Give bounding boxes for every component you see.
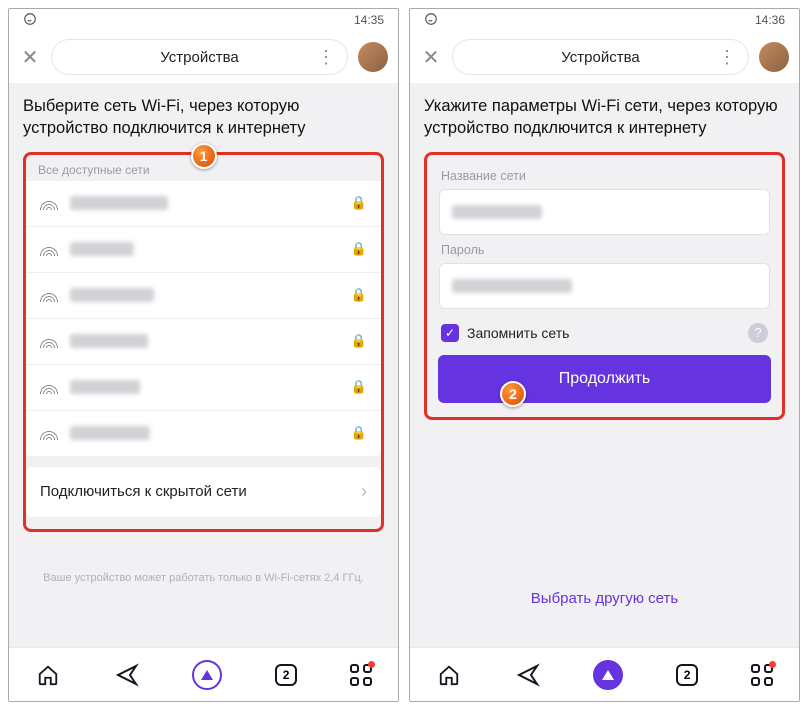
heading: Укажите параметры Wi-Fi сети, через кото… [424, 95, 785, 140]
page-title: Устройства [160, 49, 238, 66]
lock-icon: 🔒 [351, 333, 367, 349]
wifi-ssid-blurred [70, 288, 154, 302]
pwd-label: Пароль [441, 243, 768, 257]
nav-home-icon[interactable] [436, 662, 462, 688]
whatsapp-icon [424, 12, 438, 29]
bottom-nav: 2 [9, 647, 398, 701]
wifi-icon [40, 242, 58, 256]
content: Выберите сеть Wi-Fi, через которую устро… [9, 83, 398, 647]
nav-send-icon[interactable] [515, 662, 541, 688]
close-icon[interactable]: ✕ [420, 45, 442, 70]
wifi-icon [40, 426, 58, 440]
checkbox-checked-icon[interactable]: ✓ [441, 324, 459, 342]
hidden-network-row[interactable]: Подключиться к скрытой сети › [26, 467, 381, 517]
statusbar: 14:36 [410, 9, 799, 31]
nav-tabs-icon[interactable]: 2 [275, 664, 297, 686]
wifi-row[interactable]: 🔒 [26, 273, 381, 319]
nav-tabs-icon[interactable]: 2 [676, 664, 698, 686]
step-badge-1: 1 [191, 143, 217, 169]
nav-home-icon[interactable] [35, 662, 61, 688]
heading: Выберите сеть Wi-Fi, через которую устро… [23, 95, 384, 140]
whatsapp-icon [23, 12, 37, 29]
ssid-value-blurred [452, 205, 542, 219]
wifi-icon [40, 196, 58, 210]
choose-other-network-link[interactable]: Выбрать другую сеть [424, 590, 785, 607]
continue-button[interactable]: Продолжить 2 [438, 355, 771, 403]
avatar[interactable] [358, 42, 388, 72]
chevron-right-icon: › [361, 481, 367, 502]
wifi-row[interactable]: 🔒 [26, 181, 381, 227]
footnote: Ваше устройство может работать только в … [23, 532, 384, 584]
ssid-label: Название сети [441, 169, 768, 183]
ssid-input[interactable] [439, 189, 770, 235]
status-time: 14:35 [354, 13, 384, 27]
nav-alice-icon[interactable] [593, 660, 623, 690]
close-icon[interactable]: ✕ [19, 45, 41, 70]
phone-right: 14:36 ✕ Устройства ⋮ Укажите параметры W… [409, 8, 800, 702]
statusbar: 14:35 [9, 9, 398, 31]
title-pill[interactable]: Устройства ⋮ [51, 39, 348, 75]
wifi-row[interactable]: 🔒 [26, 411, 381, 457]
avatar[interactable] [759, 42, 789, 72]
wifi-icon [40, 334, 58, 348]
page-title: Устройства [561, 49, 639, 66]
title-pill[interactable]: Устройства ⋮ [452, 39, 749, 75]
wifi-ssid-blurred [70, 242, 134, 256]
wifi-ssid-blurred [70, 196, 168, 210]
hidden-network-label: Подключиться к скрытой сети [40, 483, 247, 500]
lock-icon: 🔒 [351, 287, 367, 303]
wifi-list: 🔒 🔒 🔒 🔒 🔒 🔒 [26, 181, 381, 457]
nav-apps-icon[interactable] [350, 664, 372, 686]
header: ✕ Устройства ⋮ [410, 31, 799, 83]
wifi-icon [40, 288, 58, 302]
lock-icon: 🔒 [351, 241, 367, 257]
lock-icon: 🔒 [351, 425, 367, 441]
nav-send-icon[interactable] [114, 662, 140, 688]
remember-row[interactable]: ✓ Запомнить сеть ? [441, 323, 768, 343]
wifi-ssid-blurred [70, 334, 148, 348]
help-icon[interactable]: ? [748, 323, 768, 343]
wifi-ssid-blurred [70, 426, 150, 440]
lock-icon: 🔒 [351, 195, 367, 211]
wifi-panel: 1 Все доступные сети 🔒🔒🔒🔒🔒🔒 Подключиться… [23, 152, 384, 532]
wifi-row[interactable]: 🔒 [26, 319, 381, 365]
phone-left: 14:35 ✕ Устройства ⋮ Выберите сеть Wi-Fi… [8, 8, 399, 702]
content: Укажите параметры Wi-Fi сети, через кото… [410, 83, 799, 647]
wifi-ssid-blurred [70, 380, 140, 394]
status-time: 14:36 [755, 13, 785, 27]
nav-alice-icon[interactable] [192, 660, 222, 690]
remember-label: Запомнить сеть [467, 325, 569, 341]
wifi-row[interactable]: 🔒 [26, 227, 381, 273]
step-badge-2: 2 [500, 381, 526, 407]
pwd-value-blurred [452, 279, 572, 293]
wifi-icon [40, 380, 58, 394]
wifi-row[interactable]: 🔒 [26, 365, 381, 411]
nav-apps-icon[interactable] [751, 664, 773, 686]
bottom-nav: 2 [410, 647, 799, 701]
form-panel: Название сети Пароль ✓ Запомнить сеть ? … [424, 152, 785, 420]
lock-icon: 🔒 [351, 379, 367, 395]
pwd-input[interactable] [439, 263, 770, 309]
header: ✕ Устройства ⋮ [9, 31, 398, 83]
